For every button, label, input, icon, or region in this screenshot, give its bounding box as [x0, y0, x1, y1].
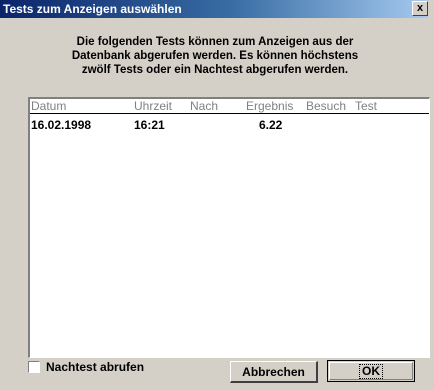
ok-button-label: OK	[359, 363, 383, 379]
instructions-text: Die folgenden Tests können zum Anzeigen …	[30, 35, 400, 77]
ok-button[interactable]: OK	[327, 360, 415, 382]
close-icon: x	[416, 2, 424, 14]
instruction-line: Die folgenden Tests können zum Anzeigen …	[76, 36, 354, 48]
cell-ergebnis: 6.22	[259, 118, 283, 132]
test-selection-dialog: Tests zum Anzeigen auswählen x Die folge…	[0, 0, 434, 390]
list-header: Datum Uhrzeit Nach Ergebnis Besuch Test	[30, 99, 429, 114]
nachtest-checkbox[interactable]	[28, 361, 40, 373]
cancel-button[interactable]: Abbrechen	[230, 361, 318, 383]
instruction-line: Datenbank abgerufen werden. Es können hö…	[71, 50, 359, 62]
column-header-uhrzeit[interactable]: Uhrzeit	[134, 99, 172, 113]
column-header-nach[interactable]: Nach	[190, 99, 218, 113]
tests-list[interactable]: Datum Uhrzeit Nach Ergebnis Besuch Test …	[28, 97, 430, 358]
column-header-besuch[interactable]: Besuch	[306, 99, 346, 113]
instruction-line: zwölf Tests oder ein Nachtest abgerufen …	[81, 64, 349, 76]
column-header-ergebnis[interactable]: Ergebnis	[246, 99, 293, 113]
column-header-test[interactable]: Test	[355, 99, 377, 113]
cell-datum: 16.02.1998	[31, 118, 92, 132]
nachtest-option[interactable]: Nachtest abrufen	[28, 360, 144, 374]
ok-button-face: OK	[329, 362, 413, 380]
cell-uhrzeit: 16:21	[134, 118, 165, 132]
table-row[interactable]: 16.02.1998 16:21 6.22	[30, 118, 429, 132]
window-title: Tests zum Anzeigen auswählen	[3, 2, 182, 16]
cancel-button-label: Abbrechen	[242, 364, 305, 379]
close-button[interactable]: x	[412, 1, 428, 16]
column-header-datum[interactable]: Datum	[31, 99, 66, 113]
nachtest-label[interactable]: Nachtest abrufen	[46, 360, 144, 374]
title-bar[interactable]: Tests zum Anzeigen auswählen x	[0, 0, 428, 18]
